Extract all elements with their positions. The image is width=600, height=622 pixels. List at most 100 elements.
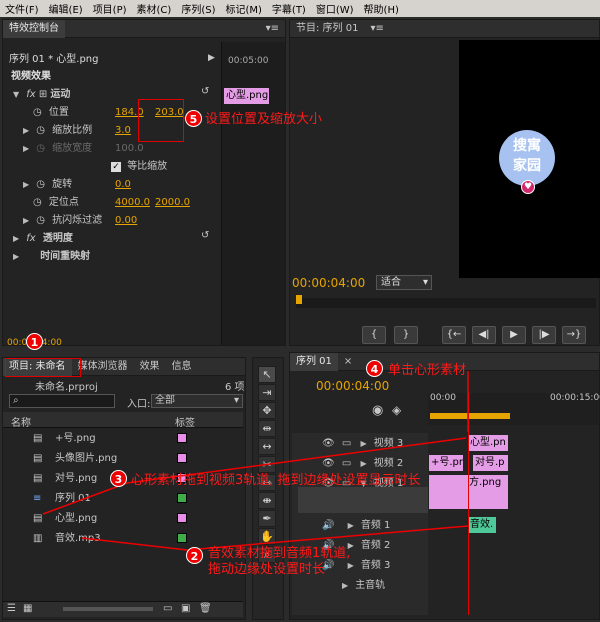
- menu-file[interactable]: 文件(F): [0, 1, 44, 16]
- antiflicker-value[interactable]: 0.00: [115, 212, 137, 229]
- expand-rotation-icon[interactable]: ▶: [23, 176, 33, 193]
- new-bin-icon[interactable]: ▭: [163, 603, 172, 614]
- audio-file-icon: ▥: [33, 533, 43, 544]
- rotation-value[interactable]: 0.0: [115, 176, 131, 193]
- column-name[interactable]: 名称: [11, 414, 31, 429]
- reset-opacity-icon[interactable]: ↺: [201, 230, 209, 241]
- timeline-timecode[interactable]: 00:00:04:00: [316, 379, 389, 393]
- play-button[interactable]: ▶: [502, 326, 526, 344]
- play-only-arrow-icon[interactable]: ▶: [208, 53, 215, 63]
- menu-project[interactable]: 项目(P): [88, 1, 132, 16]
- track-master[interactable]: ▶ 主音轨: [342, 577, 428, 594]
- stopwatch-icon[interactable]: ◷: [33, 107, 42, 118]
- track-audio-1[interactable]: 🔊 ▶ 音频 1: [322, 517, 428, 534]
- in-dropdown[interactable]: 全部 ▾: [151, 394, 243, 408]
- selection-tool-icon[interactable]: ↖: [258, 366, 276, 383]
- playhead-line[interactable]: [468, 393, 469, 615]
- scale-width-label: 缩放宽度: [52, 143, 93, 154]
- track-label: 音频 3: [360, 560, 391, 571]
- delete-icon[interactable]: 🗑: [199, 603, 212, 614]
- scale-value[interactable]: 3.0: [115, 122, 131, 139]
- list-item[interactable]: ▤ +号.png: [3, 430, 243, 447]
- menu-help[interactable]: 帮助(H): [359, 1, 404, 16]
- slide-tool-icon[interactable]: ⇼: [258, 492, 276, 509]
- playhead-marker[interactable]: [296, 295, 302, 304]
- work-area-bar[interactable]: [430, 413, 510, 419]
- project-search-input[interactable]: ⌕: [9, 394, 115, 408]
- mini-clip[interactable]: 心型.png: [224, 88, 269, 104]
- tab-effects[interactable]: 效果: [134, 358, 166, 376]
- menu-sequence[interactable]: 序列(S): [176, 1, 220, 16]
- eye-icon[interactable]: 👁: [322, 438, 335, 449]
- list-item[interactable]: ▤ 头像图片.png: [3, 450, 243, 467]
- clip-plus[interactable]: +号.pn: [429, 455, 463, 471]
- close-icon[interactable]: ×: [338, 353, 358, 371]
- stopwatch-icon[interactable]: ◷: [36, 125, 45, 136]
- new-item-icon[interactable]: ▣: [181, 603, 190, 614]
- clip-sound[interactable]: 音效.: [468, 517, 496, 533]
- list-item[interactable]: ▥ 音效.mp3: [3, 530, 243, 547]
- step-5-marker: 5: [185, 110, 202, 127]
- rate-stretch-tool-icon[interactable]: ↔: [258, 438, 276, 455]
- go-to-in-button[interactable]: {←: [442, 326, 466, 344]
- mark-in-button[interactable]: {: [362, 326, 386, 344]
- tab-program[interactable]: 节目: 序列 01: [290, 20, 364, 38]
- menu-window[interactable]: 窗口(W): [311, 1, 359, 16]
- program-timecode[interactable]: 00:00:04:00: [292, 276, 365, 290]
- go-to-out-button[interactable]: →}: [562, 326, 586, 344]
- stopwatch-icon[interactable]: ◷: [36, 179, 45, 190]
- panel-menu-icon[interactable]: ▾≡: [364, 20, 389, 38]
- clip-check[interactable]: 对号.p: [473, 455, 508, 471]
- chevron-down-icon: ▾: [422, 277, 428, 288]
- marker-icon[interactable]: ◈: [392, 403, 401, 417]
- stopwatch-icon[interactable]: ◷: [36, 215, 45, 226]
- expand-track-icon[interactable]: ▶: [342, 577, 352, 594]
- step-back-button[interactable]: ◀|: [472, 326, 496, 344]
- ripple-edit-tool-icon[interactable]: ✥: [258, 402, 276, 419]
- expand-scale-icon[interactable]: ▶: [23, 122, 33, 139]
- image-file-icon: ▤: [33, 433, 43, 444]
- rolling-edit-tool-icon[interactable]: ⇹: [258, 420, 276, 437]
- expand-motion-icon[interactable]: ▼: [13, 86, 23, 103]
- menu-edit[interactable]: 编辑(E): [44, 1, 88, 16]
- fit-dropdown[interactable]: 适合 ▾: [376, 275, 432, 290]
- clip-heart[interactable]: 心型.pn: [468, 435, 508, 451]
- snap-icon[interactable]: ◉: [372, 403, 383, 418]
- uniform-scale-checkbox[interactable]: ✓: [111, 162, 121, 172]
- tab-sequence[interactable]: 序列 01: [290, 352, 338, 371]
- reset-motion-icon[interactable]: ↺: [201, 86, 209, 97]
- track-select-tool-icon[interactable]: ⇥: [258, 384, 276, 401]
- anchor-y-value[interactable]: 2000.0: [155, 194, 190, 211]
- expand-opacity-icon[interactable]: ▶: [13, 230, 23, 247]
- expand-antiflicker-icon[interactable]: ▶: [23, 212, 33, 229]
- tab-info[interactable]: 信息: [166, 358, 198, 376]
- menu-title[interactable]: 字幕(T): [267, 1, 311, 16]
- list-view-icon[interactable]: ☰: [7, 603, 16, 614]
- icon-view-icon[interactable]: ▦: [23, 603, 32, 614]
- column-label[interactable]: 标签: [175, 414, 195, 429]
- anchor-x-value[interactable]: 4000.0: [115, 194, 150, 211]
- track-label: 音频 2: [360, 540, 391, 551]
- zoom-slider[interactable]: [63, 607, 153, 611]
- expand-time-remap-icon[interactable]: ▶: [13, 248, 23, 265]
- program-scrubber[interactable]: [296, 295, 596, 308]
- menu-clip[interactable]: 素材(C): [132, 1, 177, 16]
- step-forward-button[interactable]: |▶: [532, 326, 556, 344]
- list-item[interactable]: ▤ 心型.png: [3, 510, 243, 527]
- expand-track-icon[interactable]: ▶: [361, 435, 371, 452]
- expand-track-icon[interactable]: ▶: [348, 517, 358, 534]
- stopwatch-icon[interactable]: ◷: [33, 197, 42, 208]
- film-icon: ▭: [341, 458, 352, 469]
- track-video-3[interactable]: 👁 ▭ ▶ 视频 3: [322, 435, 428, 452]
- speaker-icon[interactable]: 🔊: [322, 520, 334, 531]
- mark-out-button[interactable]: }: [394, 326, 418, 344]
- pen-tool-icon[interactable]: ✒: [258, 510, 276, 527]
- eye-icon[interactable]: 👁: [322, 458, 335, 469]
- time-ruler[interactable]: 00:00 00:00:15:00: [428, 393, 600, 425]
- tab-effect-controls[interactable]: 特效控制台: [3, 19, 65, 38]
- chevron-down-icon: ▾: [233, 395, 239, 406]
- list-item[interactable]: ≡ 序列 01: [3, 490, 243, 507]
- menu-marker[interactable]: 标记(M): [220, 1, 266, 16]
- panel-menu-icon[interactable]: ▾≡: [260, 20, 285, 38]
- fx-icon: fx: [26, 89, 36, 100]
